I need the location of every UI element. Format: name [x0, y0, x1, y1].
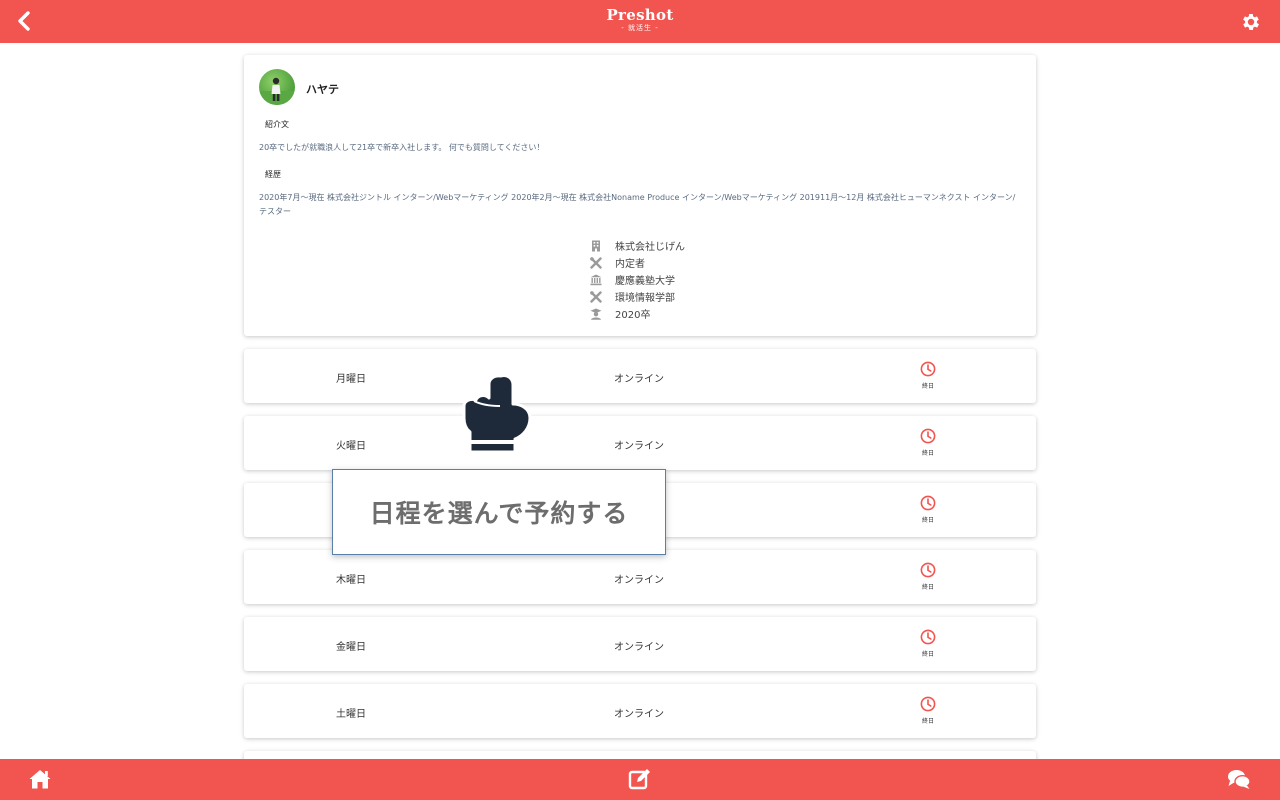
schedule-item-saturday[interactable]: 土曜日 オンライン 終日 — [244, 684, 1036, 738]
university-icon — [590, 274, 602, 286]
clock-icon — [920, 361, 936, 377]
schedule-time: 終日 — [921, 450, 934, 457]
tutorial-tooltip: 日程を選んで予約する — [332, 469, 666, 555]
bottom-nav — [0, 759, 1280, 800]
info-university: 慶應義塾大学 — [590, 271, 685, 288]
clock-icon — [920, 428, 936, 444]
schedule-day: 木曜日 — [336, 575, 366, 586]
building-icon — [590, 240, 602, 252]
graduate-icon — [590, 308, 602, 320]
info-graduation: 2020卒 — [590, 305, 685, 322]
top-bar: Preshot - 就活生 - — [0, 0, 1280, 43]
edit-icon — [628, 769, 650, 790]
brand-subtitle: - 就活生 - — [621, 24, 659, 32]
schedule-time: 終日 — [921, 651, 934, 658]
schedule-time: 終日 — [921, 517, 934, 524]
info-company-text: 株式会社じげん — [615, 242, 685, 253]
gear-icon — [1243, 14, 1259, 30]
schedule-time: 終日 — [921, 584, 934, 591]
intro-label: 紹介文 — [265, 120, 289, 129]
career-label: 経歴 — [265, 170, 281, 179]
info-faculty-text: 環境情報学部 — [615, 293, 675, 304]
info-graduation-text: 2020卒 — [615, 310, 651, 321]
brand-name: Preshot — [606, 6, 674, 24]
profile-card: ハヤテ 紹介文 20卒でしたが就職浪人して21卒で新卒入社します。 何でも質問し… — [244, 55, 1036, 336]
info-university-text: 慶應義塾大学 — [615, 276, 675, 287]
schedule-item-monday[interactable]: 月曜日 オンライン 終日 — [244, 349, 1036, 403]
username: ハヤテ — [306, 83, 339, 96]
settings-button[interactable] — [1240, 11, 1262, 33]
content-area[interactable]: ハヤテ 紹介文 20卒でしたが就職浪人して21卒で新卒入社します。 何でも質問し… — [0, 43, 1280, 759]
info-status: 内定者 — [590, 254, 685, 271]
schedule-mode: オンライン — [614, 575, 664, 586]
tutorial-tooltip-text: 日程を選んで予約する — [369, 499, 629, 528]
clock-icon — [920, 562, 936, 578]
schedule-day: 火曜日 — [336, 441, 366, 452]
info-status-text: 内定者 — [615, 259, 645, 270]
pointing-hand-icon — [462, 374, 532, 454]
schedule-item-partial[interactable] — [244, 751, 1036, 759]
schedule-mode: オンライン — [614, 441, 664, 452]
edit-button[interactable] — [628, 768, 652, 790]
schedule-item-tuesday[interactable]: 火曜日 オンライン 終日 — [244, 416, 1036, 470]
info-faculty: 環境情報学部 — [590, 288, 685, 305]
schedule-mode: オンライン — [614, 709, 664, 720]
home-icon — [29, 770, 51, 789]
schedule-day: 金曜日 — [336, 642, 366, 653]
schedule-item-friday[interactable]: 金曜日 オンライン 終日 — [244, 617, 1036, 671]
schedule-time: 終日 — [921, 383, 934, 390]
clock-icon — [920, 495, 936, 511]
career-text: 2020年7月〜現在 株式会社ジントル インターン/Webマーケティング 202… — [259, 193, 1016, 216]
schedule-day: 月曜日 — [336, 374, 366, 385]
schedule-mode: オンライン — [614, 642, 664, 653]
tools-icon — [590, 256, 602, 269]
clock-icon — [920, 629, 936, 645]
schedule-mode: オンライン — [614, 374, 664, 385]
profile-info-list: 株式会社じげん 内定者 慶應義塾大学 環境情報学部 2020卒 — [590, 237, 685, 322]
schedule-item-thursday[interactable]: 木曜日 オンライン 終日 — [244, 550, 1036, 604]
home-button[interactable] — [28, 768, 52, 790]
chat-button[interactable] — [1227, 768, 1251, 790]
intro-text: 20卒でしたが就職浪人して21卒で新卒入社します。 何でも質問してください！ — [259, 143, 545, 152]
clock-icon — [920, 696, 936, 712]
schedule-day: 土曜日 — [336, 709, 366, 720]
avatar — [259, 69, 295, 105]
schedule-time: 終日 — [921, 718, 934, 725]
chat-icon — [1228, 770, 1251, 789]
app-logo: Preshot - 就活生 - — [0, 8, 1280, 32]
info-company: 株式会社じげん — [590, 237, 685, 254]
tools-icon — [590, 290, 602, 303]
